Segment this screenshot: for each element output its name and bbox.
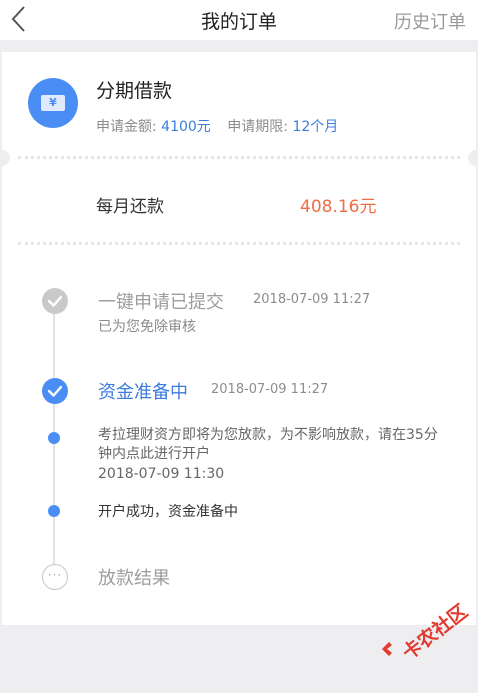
dotted-divider <box>18 242 460 245</box>
term-value: 12个月 <box>292 119 339 135</box>
loan-product-title: 分期借款 <box>96 80 173 102</box>
step-disbursement-title: 放款结果 <box>98 568 170 589</box>
amount-value: 4100元 <box>161 119 211 135</box>
watermark-mark-icon <box>382 642 392 656</box>
account-opened-text: 开户成功，资金准备中 <box>98 504 238 520</box>
loan-money-icon: ¥ <box>28 78 78 128</box>
step-submitted-note: 已为您免除审核 <box>98 319 196 335</box>
step-submitted-time: 2018-07-09 11:27 <box>253 292 371 307</box>
timeline-dot-icon <box>48 432 60 444</box>
timeline-dot-icon <box>48 505 60 517</box>
more-dots-icon: ··· <box>42 564 68 590</box>
ticket-notch-left <box>0 150 10 166</box>
navigation-bar: 我的订单 历史订单 <box>0 0 478 40</box>
term-label: 申请期限: <box>227 119 288 135</box>
monthly-repayment-label: 每月还款 <box>96 197 164 217</box>
ticket-notch-right <box>468 150 478 166</box>
check-circle-icon <box>42 288 68 314</box>
order-card: ¥ 分期借款 申请金额: 4100元 申请期限: 12个月 每月还款 408.1… <box>0 52 478 625</box>
loan-meta: 申请金额: 4100元 申请期限: 12个月 <box>96 116 350 136</box>
history-orders-link[interactable]: 历史订单 <box>394 8 466 34</box>
currency-symbol: ¥ <box>49 96 57 109</box>
account-opening-text[interactable]: 考拉理财资方即将为您放款，为不影响放款，请在35分钟内点此进行开户 <box>98 426 450 464</box>
watermark-logo: 卡农社区 <box>378 600 472 664</box>
step-submitted-title: 一键申请已提交 <box>98 292 224 313</box>
check-circle-icon <box>42 378 68 404</box>
account-opening-time: 2018-07-09 11:30 <box>98 466 225 482</box>
step-funding-time: 2018-07-09 11:27 <box>211 382 329 397</box>
dotted-divider <box>18 156 460 159</box>
account-opening-notice[interactable]: 考拉理财资方即将为您放款，为不影响放款，请在35分钟内点此进行开户 2018-0… <box>98 426 450 484</box>
banknote-icon: ¥ <box>41 95 65 111</box>
watermark-text: 卡农社区 <box>398 600 472 665</box>
step-funding-title: 资金准备中 <box>98 382 188 403</box>
monthly-repayment-value: 408.16元 <box>300 197 377 217</box>
amount-label: 申请金额: <box>96 119 157 135</box>
